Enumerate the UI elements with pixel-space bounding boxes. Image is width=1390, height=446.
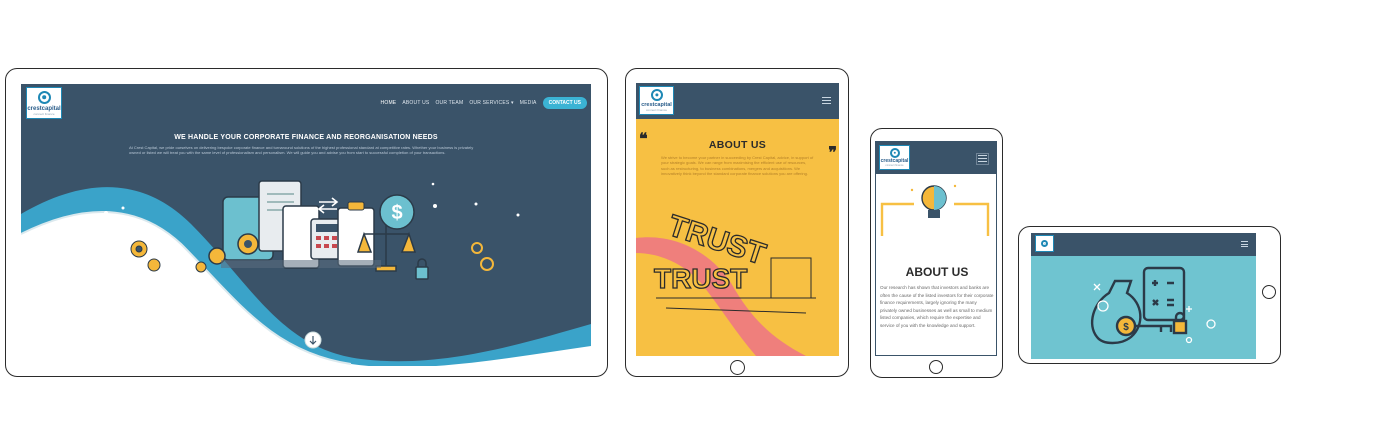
money-bag-illustration: $ bbox=[1090, 266, 1216, 345]
tablet-device: crestcapital connect finance ❝ ❞ ABOUT U… bbox=[625, 68, 849, 377]
phone-home-button[interactable] bbox=[929, 360, 943, 374]
gear-icon bbox=[130, 240, 161, 272]
laptop-screen: crestcapital connect finance HOME ABOUT … bbox=[21, 84, 591, 366]
landscape-home-button[interactable] bbox=[1262, 285, 1276, 299]
phone-device: crestcapital connect finance ABOUT US Ou… bbox=[870, 128, 1003, 378]
laptop-device: crestcapital connect finance HOME ABOUT … bbox=[5, 68, 608, 377]
lock-icon bbox=[1172, 319, 1188, 335]
phone-brand-logo[interactable]: crestcapital connect finance bbox=[879, 145, 910, 170]
clipboard-icon bbox=[337, 207, 375, 267]
svg-text:$: $ bbox=[1123, 322, 1129, 333]
svg-text:TRUST: TRUST bbox=[654, 263, 747, 294]
finance-illustration: $ bbox=[104, 180, 520, 349]
lightbulb-icon bbox=[880, 184, 990, 236]
phone-hamburger-icon[interactable] bbox=[976, 153, 989, 165]
phone-screen: crestcapital connect finance ABOUT US Ou… bbox=[875, 141, 997, 356]
tablet-screen: crestcapital connect finance ❝ ❞ ABOUT U… bbox=[636, 83, 839, 356]
landscape-phone-device: $ bbox=[1018, 226, 1281, 364]
gear-icon bbox=[471, 242, 494, 271]
svg-text:$: $ bbox=[391, 202, 402, 224]
phone-about-body: Our research has shown that investors an… bbox=[880, 285, 994, 328]
money-bag-icon bbox=[1090, 279, 1142, 345]
trust-illustration: TRUST TRUST bbox=[636, 208, 839, 356]
phone-about-title: ABOUT US bbox=[905, 265, 969, 279]
lock-icon bbox=[415, 266, 429, 280]
landscape-phone-screen: $ bbox=[1031, 233, 1256, 359]
tablet-home-button[interactable] bbox=[730, 360, 745, 375]
